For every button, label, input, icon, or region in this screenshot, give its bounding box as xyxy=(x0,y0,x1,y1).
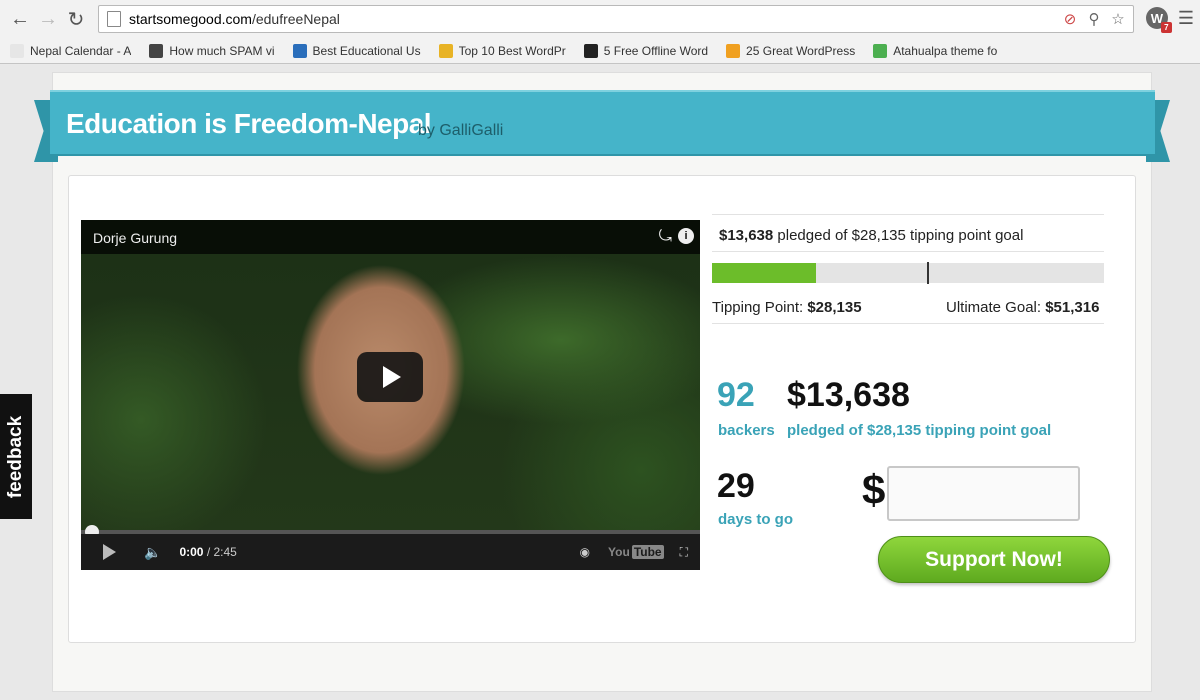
info-icon[interactable]: i xyxy=(678,228,694,244)
bookmark-favicon-icon xyxy=(10,43,24,58)
bookmarks-bar: Nepal Calendar - A How much SPAM vi Best E… xyxy=(0,38,1200,64)
bookmark-item[interactable]: 25 Great WordPress xyxy=(726,43,856,58)
forward-icon[interactable]: → xyxy=(34,5,62,33)
funding-progress-fill xyxy=(712,263,817,283)
address-bar[interactable]: startsomegood.com/edufreeNepal ⊘ ⚲ ☆ xyxy=(98,5,1134,33)
bookmark-favicon-icon xyxy=(726,43,741,58)
annotations-icon[interactable]: ◉ xyxy=(580,545,590,559)
reload-icon[interactable]: ↻ xyxy=(62,5,90,33)
volume-icon[interactable]: 🔈 xyxy=(144,544,161,561)
title-ribbon: Education is Freedom-Nepal by GalliGalli xyxy=(50,90,1155,156)
video-title[interactable]: Dorje Gurung xyxy=(93,230,177,246)
pledged-label: pledged of $28,135 tipping point goal xyxy=(787,422,1052,439)
pledged-summary: $13,638 pledged of $28,135 tipping point… xyxy=(719,227,1024,244)
bookmark-label: Atahualpa theme fo xyxy=(893,43,998,58)
bookmark-item[interactable]: Top 10 Best WordPr xyxy=(438,43,566,58)
ultimate-goal: Ultimate Goal: $51,316 xyxy=(946,299,1100,316)
days-label: days to go xyxy=(718,511,794,528)
bookmark-label: Nepal Calendar - A xyxy=(30,43,132,58)
bookmark-label: Best Educational Us xyxy=(312,43,421,58)
bookmark-label: 25 Great WordPress xyxy=(746,43,856,58)
bookmark-item[interactable]: 5 Free Offline Word xyxy=(583,43,709,58)
bookmark-item[interactable]: How much SPAM vi xyxy=(149,43,275,58)
bookmark-item[interactable]: Atahualpa theme fo xyxy=(873,43,998,58)
support-now-button[interactable]: Support Now! xyxy=(878,536,1110,583)
search-icon[interactable]: ⚲ xyxy=(1085,10,1103,28)
bookmark-favicon-icon xyxy=(873,43,888,58)
url-text[interactable]: startsomegood.com/edufreeNepal xyxy=(129,11,1061,27)
backers-count: 92 xyxy=(717,376,755,414)
backers-label: backers xyxy=(718,422,775,439)
currency-symbol: $ xyxy=(862,466,886,513)
tipping-point-marker xyxy=(926,262,929,284)
play-button[interactable] xyxy=(357,352,423,402)
wordpress-extension-icon[interactable]: W7 xyxy=(1145,7,1172,33)
video-controls: 🔈 0:00 / 2:45 ◉ You Tube ⛶ xyxy=(81,534,700,570)
star-icon[interactable]: ☆ xyxy=(1109,10,1127,28)
campaign-byline[interactable]: by GalliGalli xyxy=(418,122,503,140)
back-icon[interactable]: ← xyxy=(6,5,34,33)
bookmark-favicon-icon xyxy=(583,43,598,58)
divider xyxy=(712,251,1104,252)
pledged-amount: $13,638 xyxy=(787,376,910,414)
blocked-popup-icon[interactable]: ⊘ xyxy=(1061,10,1079,28)
feedback-tab[interactable]: feedback xyxy=(0,394,32,519)
bookmark-label: How much SPAM vi xyxy=(169,43,275,58)
days-count: 29 xyxy=(717,467,755,505)
video-time: 0:00 / 2:45 xyxy=(179,545,237,559)
fullscreen-icon[interactable]: ⛶ xyxy=(680,545,688,560)
share-icon[interactable]: ⤿ xyxy=(659,228,672,246)
bookmark-label: Top 10 Best WordPr xyxy=(458,43,566,58)
bookmark-favicon-icon xyxy=(438,43,453,58)
video-player[interactable]: Dorje Gurung ⤿ i 🔈 0:00 / 2:45 ◉ You Tube… xyxy=(81,220,700,570)
play-icon xyxy=(383,366,401,388)
bookmark-favicon-icon xyxy=(292,43,307,58)
control-play-icon[interactable] xyxy=(103,544,116,560)
tipping-point: Tipping Point: $28,135 xyxy=(712,299,862,316)
bookmark-item[interactable]: Nepal Calendar - A xyxy=(10,43,132,58)
bookmark-label: 5 Free Offline Word xyxy=(603,43,709,58)
divider xyxy=(712,214,1104,215)
campaign-title: Education is Freedom-Nepal xyxy=(66,108,432,139)
bookmark-favicon-icon xyxy=(149,43,164,58)
menu-icon[interactable]: ☰ xyxy=(1178,8,1194,29)
bookmark-item[interactable]: Best Educational Us xyxy=(292,43,421,58)
youtube-logo-icon[interactable]: You Tube xyxy=(606,545,664,559)
pledge-amount-input[interactable] xyxy=(887,466,1080,521)
page-icon xyxy=(107,11,121,27)
video-title-bar: Dorje Gurung ⤿ i xyxy=(81,220,700,254)
divider xyxy=(712,323,1104,324)
funding-progress-bar xyxy=(712,262,1104,284)
